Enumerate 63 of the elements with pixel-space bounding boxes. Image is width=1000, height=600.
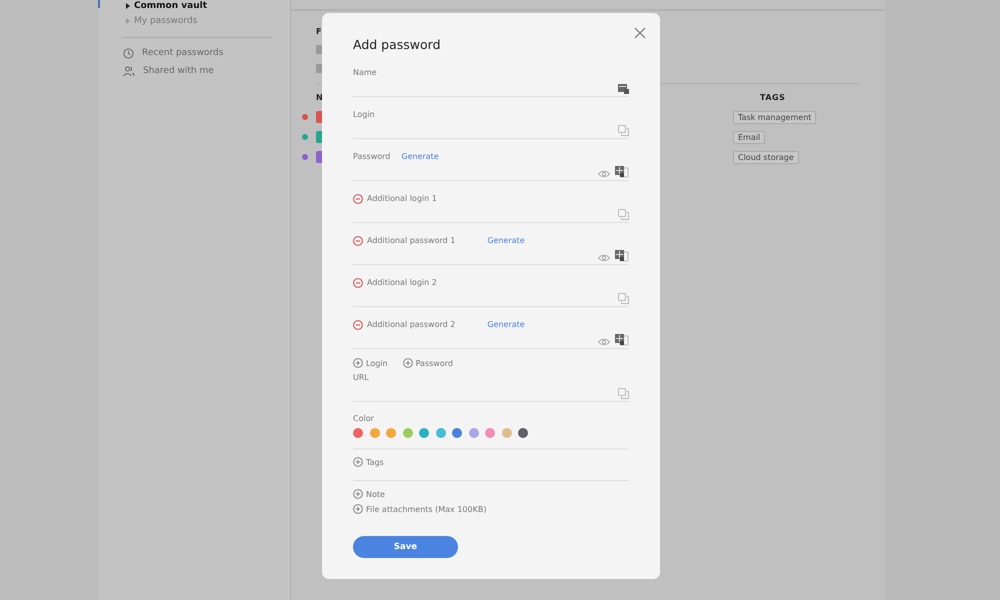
color-swatch[interactable] [419, 428, 429, 438]
copy-icon[interactable] [618, 209, 629, 220]
field-label: Additional password 1 [367, 236, 456, 245]
color-swatch[interactable] [402, 428, 412, 438]
generator-icon[interactable] [615, 166, 629, 178]
color-swatch[interactable] [353, 428, 363, 438]
color-swatch[interactable] [386, 428, 396, 438]
copy-icon[interactable] [618, 125, 629, 136]
eye-icon[interactable] [598, 254, 610, 262]
section-heading: F [316, 27, 322, 36]
generator-icon[interactable] [615, 250, 629, 262]
dialog-title: Add password [353, 37, 442, 52]
field-label: Additional password 2 [367, 320, 456, 329]
tag[interactable]: Email [733, 130, 766, 144]
remove-icon[interactable] [353, 236, 363, 246]
field-label: Additional login 1 [367, 194, 437, 203]
generate-link[interactable]: Generate [487, 236, 525, 245]
color-swatch[interactable] [502, 428, 512, 438]
vault-item[interactable]: Common vault [126, 0, 290, 12]
plus-icon [402, 358, 413, 368]
eye-icon[interactable] [598, 170, 610, 178]
add-link[interactable]: Login [353, 356, 388, 370]
add-link[interactable]: Note [353, 489, 629, 499]
color-swatch[interactable] [485, 428, 495, 438]
remove-icon[interactable] [353, 194, 363, 204]
field-label: Additional login 2 [367, 278, 437, 287]
save-button[interactable]: Save [353, 536, 458, 558]
tag[interactable]: Task management [733, 110, 816, 124]
color-swatch[interactable] [436, 428, 446, 438]
field-label: URL [353, 373, 369, 382]
plus-icon [353, 489, 363, 499]
field-label: Color [353, 414, 375, 423]
field-label: Login [353, 110, 375, 119]
color-swatch[interactable] [370, 428, 380, 438]
tag[interactable]: Cloud storage [733, 150, 799, 164]
sidebar-link[interactable]: Recent passwords [123, 44, 290, 62]
field-label: Password [353, 152, 390, 161]
remove-icon[interactable] [353, 320, 363, 330]
copy-icon[interactable] [618, 388, 629, 399]
color-swatch[interactable] [452, 428, 462, 438]
generate-link[interactable]: Generate [487, 320, 525, 329]
clock-icon [123, 48, 134, 58]
color-swatch[interactable] [468, 428, 478, 438]
vault-item[interactable]: My passwords [126, 12, 290, 30]
add-link[interactable]: File attachments (Max 100KB) [353, 504, 629, 514]
close-icon[interactable] [634, 27, 646, 39]
people-icon [123, 66, 135, 76]
column-header: N [316, 93, 324, 104]
remove-icon[interactable] [353, 278, 363, 288]
generator-icon[interactable] [618, 84, 629, 94]
plus-icon [353, 504, 363, 514]
color-swatch[interactable] [518, 428, 528, 438]
add-link[interactable]: Password [402, 356, 453, 370]
copy-icon[interactable] [618, 293, 629, 304]
field-label: Name [353, 68, 377, 77]
column-header: TAGS [760, 93, 786, 104]
generate-link[interactable]: Generate [401, 152, 439, 161]
sidebar-link[interactable]: Shared with me [123, 62, 290, 80]
generator-icon[interactable] [615, 334, 629, 346]
eye-icon[interactable] [598, 338, 610, 346]
plus-icon [353, 358, 363, 368]
plus-icon [353, 457, 363, 467]
add-link[interactable]: Tags [353, 457, 629, 467]
